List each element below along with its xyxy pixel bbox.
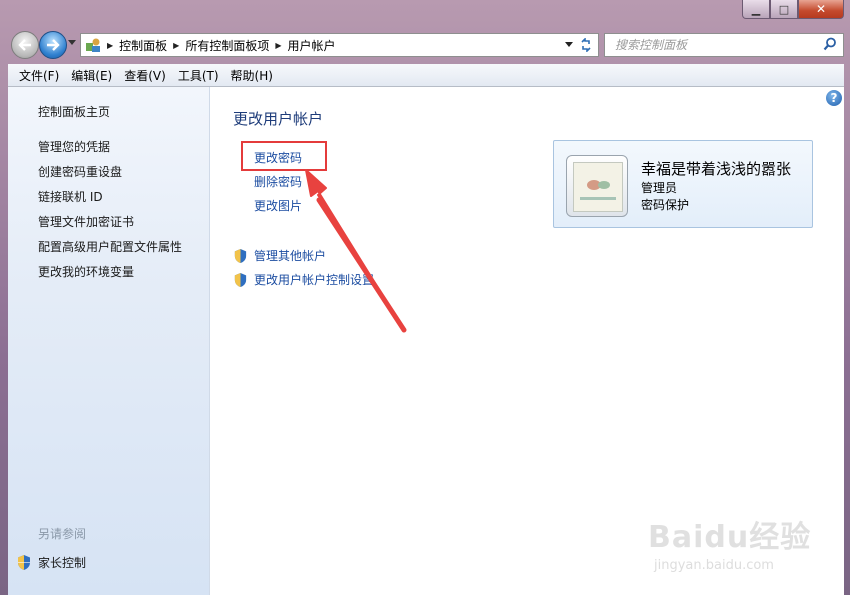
minimize-button[interactable]: ▁ xyxy=(742,0,770,19)
page-title: 更改用户帐户 xyxy=(233,110,324,128)
minimize-icon: ▁ xyxy=(751,2,761,16)
address-bar[interactable]: ▶ 控制面板 ▶ 所有控制面板项 ▶ 用户帐户 xyxy=(80,33,580,57)
avatar xyxy=(573,162,623,212)
change-picture-link[interactable]: 更改图片 xyxy=(254,197,302,214)
sidebar-item-env-variables[interactable]: 更改我的环境变量 xyxy=(38,263,134,280)
sidebar-item-manage-credentials[interactable]: 管理您的凭据 xyxy=(38,138,110,155)
menu-help[interactable]: 帮助(H) xyxy=(225,67,279,84)
sidebar: 控制面板主页 管理您的凭据 创建密码重设盘 链接联机 ID 管理文件加密证书 配… xyxy=(8,87,210,595)
parental-controls-label: 家长控制 xyxy=(38,556,87,570)
highlight-box xyxy=(241,141,327,171)
see-also-title: 另请参阅 xyxy=(38,527,87,541)
uac-shield-icon xyxy=(234,248,247,263)
maximize-button[interactable]: □ xyxy=(770,0,798,19)
remove-password-link[interactable]: 删除密码 xyxy=(254,173,302,190)
uac-settings-link[interactable]: 更改用户帐户控制设置 xyxy=(233,271,374,288)
forward-arrow-icon xyxy=(47,39,60,51)
recent-pages-dropdown[interactable] xyxy=(68,40,76,45)
menu-edit[interactable]: 编辑(E) xyxy=(65,67,118,84)
search-box[interactable] xyxy=(604,33,844,57)
back-button[interactable] xyxy=(11,31,39,59)
back-arrow-icon xyxy=(18,39,31,51)
refresh-icon xyxy=(581,38,591,52)
watermark-sub: jingyan.baidu.com xyxy=(654,558,774,573)
menu-file[interactable]: 文件(F) xyxy=(8,67,65,84)
sidebar-item-password-reset-disk[interactable]: 创建密码重设盘 xyxy=(38,163,122,180)
close-icon: ✕ xyxy=(815,2,827,16)
menu-bar: 文件(F) 编辑(E) 查看(V) 工具(T) 帮助(H) xyxy=(8,64,844,87)
sidebar-item-advanced-profile[interactable]: 配置高级用户配置文件属性 xyxy=(38,238,182,255)
search-icon[interactable] xyxy=(823,37,837,51)
user-accounts-window: ▁ □ ✕ ▶控制面板 ▶所有控制面板项 ▶用户帐户 文件 xyxy=(0,0,850,595)
sidebar-item-parental-controls[interactable]: 家长控制 xyxy=(16,554,86,571)
sidebar-item-link-online-id[interactable]: 链接联机 ID xyxy=(38,188,103,205)
menu-tools[interactable]: 工具(T) xyxy=(172,67,225,84)
uac-settings-label: 更改用户帐户控制设置 xyxy=(254,273,375,287)
sidebar-home-link[interactable]: 控制面板主页 xyxy=(38,103,110,120)
avatar-picture xyxy=(574,163,622,211)
user-name: 幸福是带着浅浅的嚣张 xyxy=(641,160,792,178)
user-account-card: 幸福是带着浅浅的嚣张 管理员 密码保护 xyxy=(553,140,813,228)
refresh-button[interactable] xyxy=(574,33,599,57)
menu-view[interactable]: 查看(V) xyxy=(118,67,172,84)
caption-buttons: ▁ □ ✕ xyxy=(742,0,844,20)
forward-button[interactable] xyxy=(39,31,67,59)
control-panel-icon xyxy=(85,37,101,53)
sidebar-item-encryption-certs[interactable]: 管理文件加密证书 xyxy=(38,213,134,230)
uac-shield-icon xyxy=(234,272,247,287)
breadcrumb-user-accounts[interactable]: ▶ 用户帐户 xyxy=(275,37,335,54)
shield-icon xyxy=(18,555,30,570)
address-dropdown-icon[interactable] xyxy=(565,42,573,47)
close-button[interactable]: ✕ xyxy=(798,0,844,19)
manage-other-accounts-link[interactable]: 管理其他帐户 xyxy=(233,247,326,264)
help-icon[interactable]: ? xyxy=(826,90,842,106)
watermark-main: Baidu经验 xyxy=(648,520,812,555)
maximize-icon: □ xyxy=(778,2,790,16)
search-input[interactable] xyxy=(613,35,817,55)
breadcrumb-control-panel[interactable]: ▶ 控制面板 xyxy=(107,37,167,54)
manage-other-accounts-label: 管理其他帐户 xyxy=(254,249,327,263)
user-role: 管理员 xyxy=(641,181,678,195)
baidu-watermark: Baidu经验 jingyan.baidu.com xyxy=(648,512,812,582)
breadcrumb-all-items[interactable]: ▶ 所有控制面板项 xyxy=(173,37,269,54)
avatar-frame xyxy=(566,155,628,217)
navigation-bar: ▶ 控制面板 ▶ 所有控制面板项 ▶ 用户帐户 xyxy=(8,30,844,60)
password-status: 密码保护 xyxy=(641,198,690,212)
